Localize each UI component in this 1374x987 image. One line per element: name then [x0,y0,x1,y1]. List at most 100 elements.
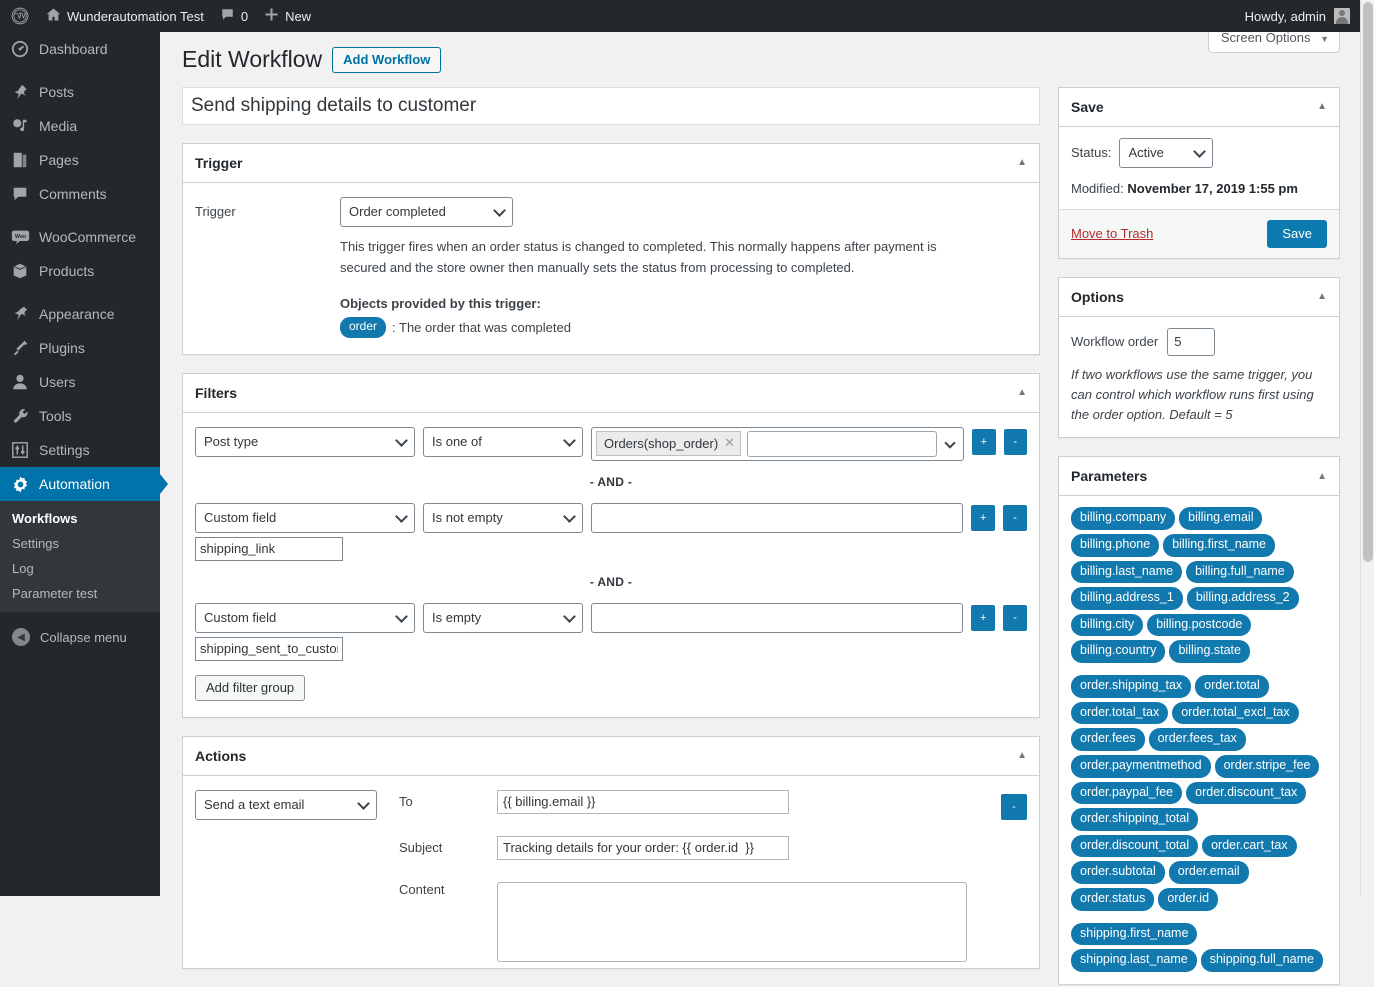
parameter-pill[interactable]: order.fees [1071,728,1145,751]
workflow-order-input[interactable] [1167,328,1215,356]
trigger-select[interactable]: Order completed [340,197,513,227]
status-select[interactable]: Active [1119,138,1213,168]
parameter-pill[interactable]: billing.first_name [1163,534,1275,557]
filter-value-search-input[interactable] [747,431,937,457]
parameter-pill[interactable]: order.total [1195,675,1269,698]
sidebar-item-plugins[interactable]: Plugins [0,331,160,365]
parameter-pill[interactable]: order.email [1169,861,1249,884]
filter-field-select[interactable]: Post type [195,427,415,457]
filters-panel-header[interactable]: Filters ▲ [183,374,1039,413]
scrollbar-thumb[interactable] [1363,2,1373,562]
add-workflow-button[interactable]: Add Workflow [332,47,441,73]
custom-field-name-input[interactable] [195,537,343,561]
filter-operator-select[interactable]: Is not empty [423,503,583,533]
parameter-pill[interactable]: order.shipping_tax [1071,675,1191,698]
parameter-pill[interactable]: billing.company [1071,507,1175,530]
comments-menu[interactable]: 0 [212,0,256,32]
parameter-pill[interactable]: order.shipping_total [1071,808,1198,831]
collapse-toggle-icon[interactable]: ▲ [1317,101,1327,112]
remove-tag-icon[interactable]: ✕ [724,435,735,451]
parameter-pill[interactable]: billing.full_name [1186,561,1294,584]
parameter-pill[interactable]: order.paymentmethod [1071,755,1211,778]
parameter-pill[interactable]: billing.country [1071,640,1165,663]
save-button[interactable]: Save [1267,220,1327,248]
submenu-item-parameter-test[interactable]: Parameter test [0,581,160,606]
parameter-pill[interactable]: order.cart_tax [1202,835,1296,858]
parameter-pill[interactable]: billing.phone [1071,534,1159,557]
filter-value-input[interactable] [591,603,963,633]
parameter-pill[interactable]: order.status [1071,888,1154,911]
workflow-title-input[interactable] [182,87,1040,125]
parameter-pill[interactable]: order.discount_total [1071,835,1198,858]
sidebar-item-appearance[interactable]: Appearance [0,297,160,331]
sidebar-item-tools[interactable]: Tools [0,399,160,433]
account-menu[interactable]: Howdy, admin [1245,8,1360,24]
custom-field-name-input[interactable] [195,637,343,661]
parameter-pill[interactable]: order.total_excl_tax [1172,702,1298,725]
action-type-select[interactable]: Send a text email [195,790,377,820]
filter-value-tag[interactable]: Orders(shop_order)✕ [596,431,741,456]
sidebar-item-settings[interactable]: Settings [0,433,160,467]
sidebar-item-pages[interactable]: Pages [0,143,160,177]
sidebar-item-products[interactable]: Products [0,254,160,288]
site-name-menu[interactable]: Wunderautomation Test [38,0,212,32]
collapse-toggle-icon[interactable]: ▲ [1317,471,1327,482]
collapse-menu-button[interactable]: ◀ Collapse menu [0,620,160,654]
parameter-pill[interactable]: shipping.last_name [1071,949,1197,972]
parameter-pill[interactable]: order.total_tax [1071,702,1168,725]
action-to-input[interactable] [497,790,789,814]
actions-panel-header[interactable]: Actions ▲ [183,737,1039,776]
sidebar-item-woocommerce[interactable]: WooWooCommerce [0,220,160,254]
parameter-pill[interactable]: order.subtotal [1071,861,1165,884]
sidebar-item-posts[interactable]: Posts [0,75,160,109]
submenu-item-workflows[interactable]: Workflows [0,506,160,531]
parameter-pill[interactable]: billing.email [1179,507,1262,530]
parameter-pill[interactable]: order.id [1158,888,1218,911]
parameter-pill[interactable]: shipping.first_name [1071,923,1197,946]
sidebar-item-comments[interactable]: Comments [0,177,160,211]
filter-operator-select[interactable]: Is one of [423,427,583,457]
action-content-textarea[interactable] [497,882,967,962]
sidebar-item-media[interactable]: Media [0,109,160,143]
parameter-pill[interactable]: billing.state [1169,640,1250,663]
trigger-panel-header[interactable]: Trigger ▲ [183,144,1039,183]
wordpress-logo-icon[interactable] [0,0,38,32]
parameter-pill[interactable]: billing.address_1 [1071,587,1183,610]
move-to-trash-link[interactable]: Move to Trash [1071,226,1153,241]
remove-filter-button[interactable]: - [1003,505,1027,531]
add-filter-button[interactable]: + [972,429,995,455]
parameter-pill[interactable]: billing.city [1071,614,1143,637]
filter-value-input[interactable] [591,503,963,533]
trigger-object-pill[interactable]: order [340,317,386,337]
page-scrollbar[interactable] [1360,0,1374,896]
parameter-pill[interactable]: order.fees_tax [1149,728,1246,751]
parameter-pill[interactable]: shipping.full_name [1201,949,1323,972]
parameters-panel-header[interactable]: Parameters ▲ [1059,457,1339,496]
collapse-toggle-icon[interactable]: ▲ [1017,387,1027,398]
collapse-toggle-icon[interactable]: ▲ [1017,157,1027,168]
sidebar-item-users[interactable]: Users [0,365,160,399]
submenu-item-log[interactable]: Log [0,556,160,581]
parameter-pill[interactable]: order.stripe_fee [1215,755,1320,778]
parameter-pill[interactable]: order.discount_tax [1186,782,1306,805]
options-panel-header[interactable]: Options ▲ [1059,278,1339,317]
parameter-pill[interactable]: billing.last_name [1071,561,1182,584]
collapse-toggle-icon[interactable]: ▲ [1017,750,1027,761]
remove-action-button[interactable]: - [1001,794,1027,820]
save-panel-header[interactable]: Save ▲ [1059,88,1339,127]
remove-filter-button[interactable]: - [1003,605,1027,631]
parameter-pill[interactable]: order.paypal_fee [1071,782,1182,805]
add-filter-button[interactable]: + [971,605,995,631]
new-content-menu[interactable]: New [256,0,319,32]
filter-field-select[interactable]: Custom field [195,503,415,533]
collapse-toggle-icon[interactable]: ▲ [1317,291,1327,302]
filter-field-select[interactable]: Custom field [195,603,415,633]
add-filter-button[interactable]: + [971,505,995,531]
sidebar-item-automation[interactable]: Automation [0,467,160,501]
submenu-item-settings[interactable]: Settings [0,531,160,556]
remove-filter-button[interactable]: - [1004,429,1027,455]
parameter-pill[interactable]: billing.address_2 [1187,587,1299,610]
action-subject-input[interactable] [497,836,789,860]
add-filter-group-button[interactable]: Add filter group [195,675,305,701]
filter-operator-select[interactable]: Is empty [423,603,583,633]
